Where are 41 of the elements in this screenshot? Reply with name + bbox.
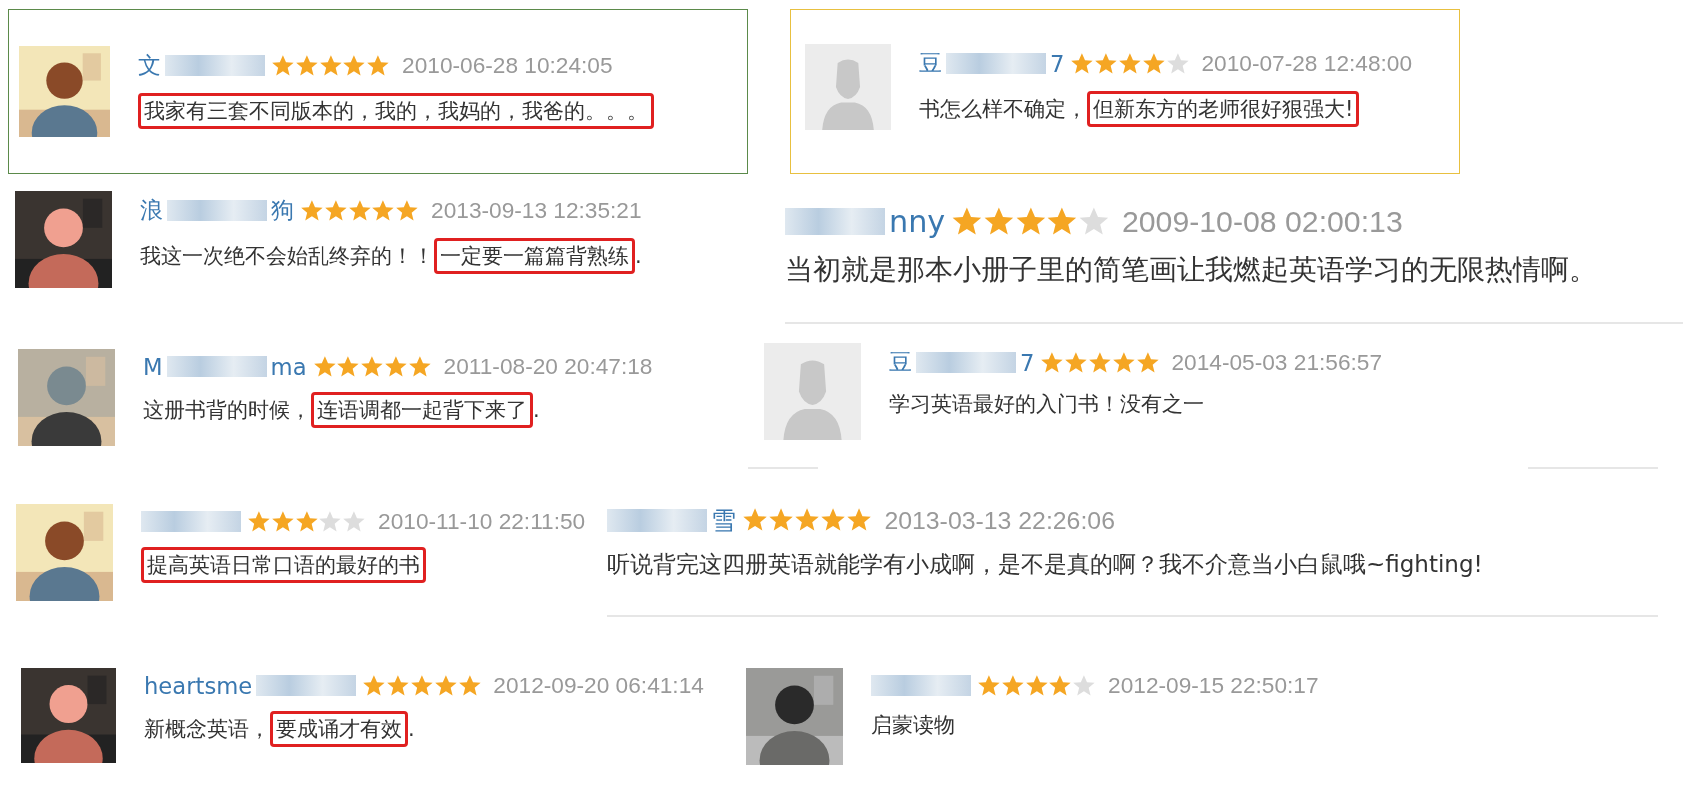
user-name[interactable]: 狗 <box>271 195 294 226</box>
review-date: 2010-07-28 12:48:00 <box>1201 50 1413 77</box>
user-name[interactable]: M <box>143 353 163 380</box>
user-name[interactable]: 7 <box>1020 349 1035 376</box>
review-text: 听说背完这四册英语就能学有小成啊，是不是真的啊？我不介意当小白鼠哦~fighting! <box>607 550 1483 579</box>
review-text: 当初就是那本小册子里的简笔画让我燃起英语学习的无限热情啊。 <box>785 252 1597 288</box>
user-name[interactable]: 浪 <box>140 195 163 226</box>
review-text: 书怎么样不确定， <box>919 96 1087 123</box>
review-text: 提高英语日常口语的最好的书 <box>141 547 426 583</box>
review-text: 学习英语最好的入门书！没有之一 <box>889 391 1204 418</box>
review-text: . <box>635 244 642 268</box>
review-text: 启蒙读物 <box>871 712 955 739</box>
user-name[interactable]: 豆 <box>889 347 912 378</box>
review-date: 2010-06-28 10:24:05 <box>402 52 613 79</box>
review-date: 2011-08-20 20:47:18 <box>443 353 653 380</box>
user-name[interactable]: 文 <box>138 50 161 81</box>
review-text: 我这一次绝不会始乱终弃的！！ <box>140 243 434 270</box>
default-avatar-icon <box>805 44 891 130</box>
user-name[interactable]: 7 <box>1050 50 1065 77</box>
user-name[interactable]: nny <box>889 204 946 239</box>
user-name[interactable]: ma <box>270 353 307 380</box>
review-date: 2013-09-13 12:35:21 <box>431 197 642 224</box>
review-text: 我家有三套不同版本的，我的，我妈的，我爸的。。。 <box>138 93 654 129</box>
review-text: 要成诵才有效 <box>270 711 408 747</box>
review-text: 一定要一篇篇背熟练 <box>434 238 635 274</box>
review-text: 这册书背的时候， <box>143 397 311 424</box>
user-name[interactable]: 雪 <box>711 504 736 537</box>
review-text: . <box>533 398 540 422</box>
user-name[interactable]: 豆 <box>919 48 942 79</box>
review-date: 2012-09-20 06:41:14 <box>493 672 704 699</box>
review-date: 2010-11-10 22:11:50 <box>378 508 586 535</box>
review-date: 2009-10-08 02:00:13 <box>1121 204 1403 239</box>
default-avatar-icon <box>764 343 861 440</box>
review-text: 连语调都一起背下来了 <box>311 392 533 428</box>
review-text: 新概念英语， <box>144 716 270 743</box>
review-text: 但新东方的老师很好狠强大! <box>1087 91 1360 127</box>
review-date: 2013-03-13 22:26:06 <box>884 506 1115 535</box>
review-date: 2012-09-15 22:50:17 <box>1108 672 1319 699</box>
review-text: . <box>408 717 415 741</box>
review-date: 2014-05-03 21:56:57 <box>1171 349 1383 376</box>
user-name[interactable]: heartsme <box>144 672 253 699</box>
